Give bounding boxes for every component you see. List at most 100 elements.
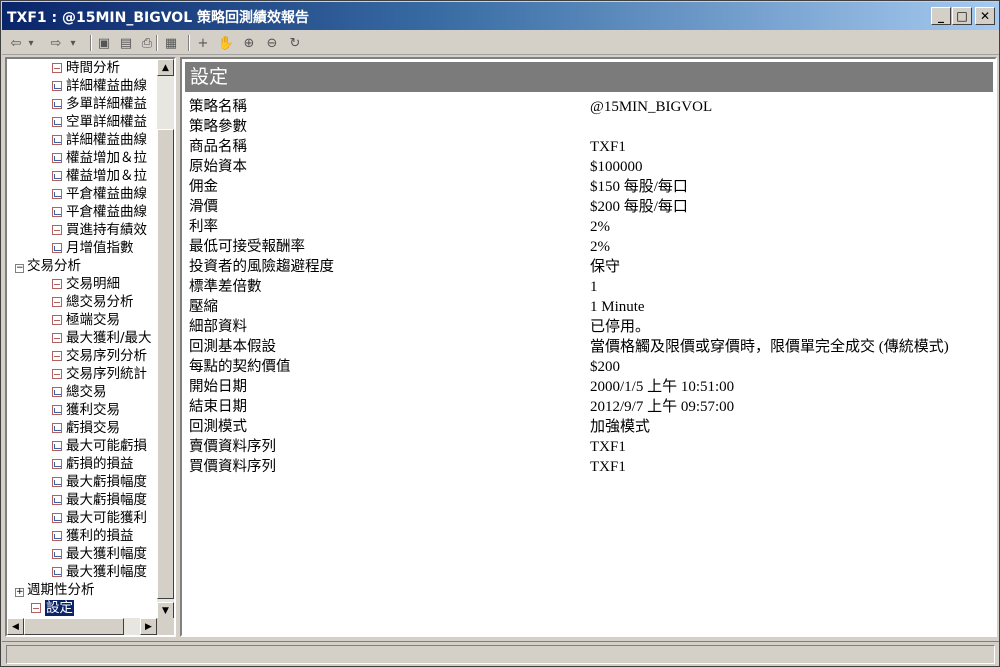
settings-row: 商品名稱 TXF1 [182,137,995,157]
tree-item[interactable]: 虧損的損益 [52,455,134,473]
chart-report-icon [52,171,62,181]
setting-label: 賣價資料序列 [189,439,276,455]
close-button[interactable]: ✕ [975,7,995,25]
tree-item[interactable]: 總交易 [52,383,107,401]
chart-report-icon [52,207,62,217]
tree-vertical-scrollbar[interactable]: ▲ ▼ [157,59,174,619]
settings-row: 標準差倍數 1 [182,277,995,297]
horizontal-scroll-thumb[interactable] [24,618,124,635]
hand-icon[interactable]: ✋ [217,34,235,52]
collapse-icon[interactable]: − [15,264,24,273]
tree-item[interactable]: 月增值指數 [52,239,134,257]
chart-report-icon [52,117,62,127]
print-icon[interactable]: ⎙ [138,34,156,52]
chart-report-icon [52,423,62,433]
tree-item[interactable]: 空單詳細權益 [52,113,147,131]
tree-item[interactable]: 平倉權益曲線 [52,185,147,203]
table-report-icon [52,225,62,235]
preview-icon[interactable]: ▤ [117,34,135,52]
crosshair-icon[interactable]: + [194,34,212,52]
scroll-down-button[interactable]: ▼ [157,602,174,619]
tree-item[interactable]: 權益增加＆拉 [52,167,147,185]
chart-report-icon [52,387,62,397]
tree-item[interactable]: 最大可能虧損 [52,437,147,455]
tree-item[interactable]: 詳細權益曲線 [52,131,147,149]
tree-item[interactable]: 最大獲利幅度 [52,545,147,563]
tree-item[interactable]: 平倉權益曲線 [52,203,147,221]
settings-row: 開始日期 2000/1/5 上午 10:51:00 [182,377,995,397]
dropdown-icon[interactable]: ▾ [26,34,36,52]
tree-item[interactable]: 設定 [31,599,74,617]
dropdown-icon[interactable]: ▾ [68,34,78,52]
tree-item[interactable]: 多單詳細權益 [52,95,147,113]
zoom-out-icon[interactable]: ⊖ [263,34,281,52]
expand-icon[interactable]: + [15,588,24,597]
minimize-button[interactable]: _ [931,7,951,25]
save-icon[interactable]: ▣ [95,34,113,52]
tree-item-label: 交易明細 [66,276,120,292]
tree-item[interactable]: 時間分析 [52,59,120,77]
tree-item[interactable]: 總交易分析 [52,293,134,311]
settings-row: 細部資料 已停用。 [182,317,995,337]
back-arrow-icon[interactable]: ⇦ [7,34,25,52]
tree-horizontal-scrollbar[interactable]: ◀ ▶ [7,618,157,635]
tree-item[interactable]: 極端交易 [52,311,120,329]
tree-item[interactable]: 交易明細 [52,275,120,293]
tree-item[interactable]: 獲利的損益 [52,527,134,545]
toolbar-separator [188,35,190,51]
tree-item[interactable]: 詳細權益曲線 [52,77,147,95]
tree-item-label: 總交易 [66,384,107,400]
tree-item[interactable]: 虧損交易 [52,419,120,437]
tree-item[interactable]: 買進持有績效 [52,221,147,239]
scroll-thumb[interactable] [157,129,174,599]
table-report-icon [52,369,62,379]
forward-arrow-icon[interactable]: ⇨ [47,34,65,52]
tree-item-label: 月增值指數 [66,240,134,256]
tree-item[interactable]: + 週期性分析 [15,581,95,599]
tree-item-label: 詳細權益曲線 [66,78,147,94]
tree-item[interactable]: − 交易分析 [15,257,81,275]
zoom-in-icon[interactable]: ⊕ [240,34,258,52]
tree-item-label: 多單詳細權益 [66,96,147,112]
tree-item-label: 權益增加＆拉 [66,168,147,184]
setting-label: 投資者的風險趨避程度 [189,259,334,275]
tree-item[interactable]: 交易序列分析 [52,347,147,365]
setting-label: 回測模式 [189,419,247,435]
tree-item-label: 獲利的損益 [66,528,134,544]
tree-item[interactable]: 最大可能獲利 [52,509,147,527]
table-report-icon [52,279,62,289]
tree-item[interactable]: 最大虧損幅度 [52,473,147,491]
tree-item[interactable]: 最大獲利幅度 [52,563,147,581]
setting-value: $150 每股/每口 [590,179,688,195]
tree-item-label: 最大獲利幅度 [66,564,147,580]
tree-item-label: 最大虧損幅度 [66,492,147,508]
table-icon[interactable]: ▦ [162,34,180,52]
chart-report-icon [52,459,62,469]
chart-report-icon [52,81,62,91]
title-bar[interactable]: TXF1 : @15MIN_BIGVOL 策略回測績效報告 _ □ ✕ [2,2,999,30]
setting-value: @15MIN_BIGVOL [590,99,713,115]
tree-item[interactable]: 獲利交易 [52,401,120,419]
tree-item[interactable]: 交易序列統計 [52,365,147,383]
chart-report-icon [52,549,62,559]
setting-value: TXF1 [590,459,626,475]
tree-item-label: 獲利交易 [66,402,120,418]
chart-report-icon [52,495,62,505]
chart-report-icon [52,99,62,109]
maximize-button[interactable]: □ [952,7,972,25]
setting-label: 策略參數 [189,119,247,135]
scroll-up-button[interactable]: ▲ [157,59,174,76]
tree-item[interactable]: 最大獲利/最大 [52,329,152,347]
tree-item[interactable]: 最大虧損幅度 [52,491,147,509]
chart-report-icon [52,531,62,541]
setting-value: $200 每股/每口 [590,199,688,215]
tree-item-label: 最大獲利幅度 [66,546,147,562]
table-report-icon [52,351,62,361]
tree-item-label: 最大虧損幅度 [66,474,147,490]
tree-item[interactable]: 權益增加＆拉 [52,149,147,167]
refresh-icon[interactable]: ↻ [286,34,304,52]
scroll-left-button[interactable]: ◀ [7,618,24,635]
toolbar-separator [90,35,92,51]
scroll-right-button[interactable]: ▶ [140,618,157,635]
setting-value: 1 [590,279,598,295]
